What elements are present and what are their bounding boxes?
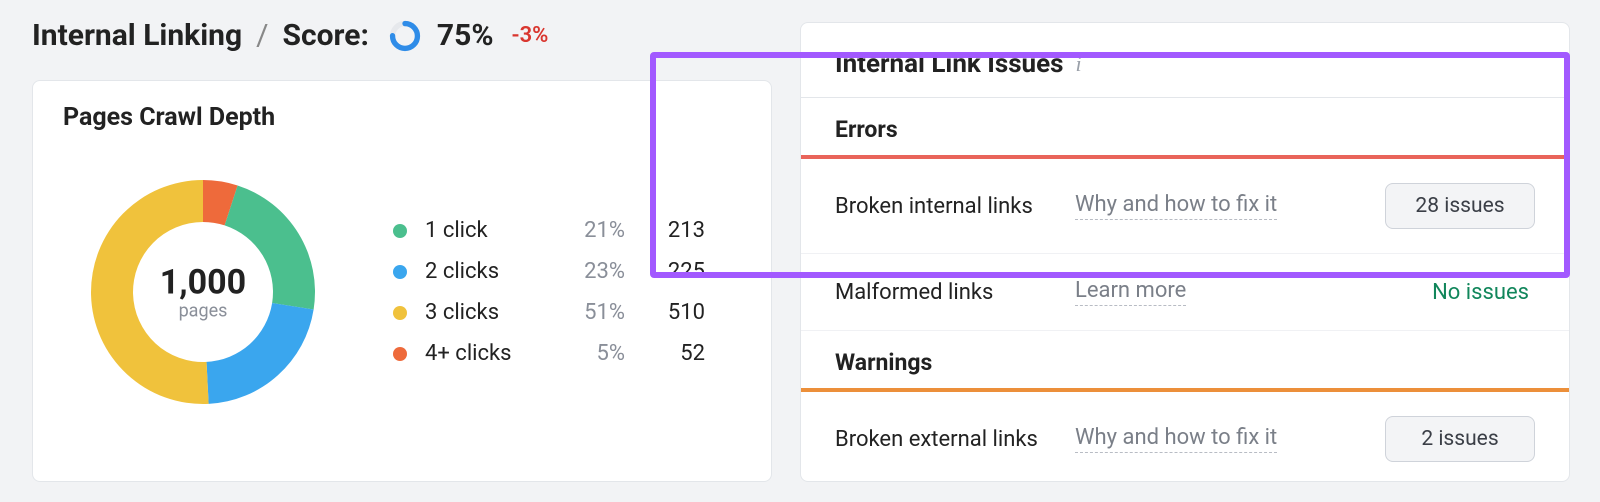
issue-no-issues-label: No issues (1365, 280, 1535, 305)
donut-center-label: pages (160, 301, 246, 322)
donut-center-value: 1,000 (160, 263, 246, 303)
score-ring-icon (389, 20, 421, 52)
legend-label: 4+ clicks (425, 341, 545, 366)
crawl-depth-donut-chart[interactable]: 1,000 pages (63, 152, 343, 432)
legend-dot-icon (393, 265, 407, 279)
legend-count: 213 (635, 218, 705, 243)
issue-row-broken-external-links: Broken external links Why and how to fix… (801, 392, 1569, 486)
legend-dot-icon (393, 224, 407, 238)
legend-count: 225 (635, 259, 705, 284)
legend-count: 52 (635, 341, 705, 366)
issue-row-broken-internal-links: Broken internal links Why and how to fix… (801, 159, 1569, 254)
internal-link-issues-card: Internal Link Issues i Errors Broken int… (800, 22, 1570, 482)
issue-count-button[interactable]: 2 issues (1385, 416, 1535, 462)
warnings-section-label: Warnings (801, 331, 1569, 388)
legend-row-2-clicks[interactable]: 2 clicks 23% 225 (393, 251, 741, 292)
legend-label: 3 clicks (425, 300, 545, 325)
legend-dot-icon (393, 306, 407, 320)
legend-percent: 21% (555, 218, 625, 243)
legend-label: 1 click (425, 218, 545, 243)
legend-percent: 5% (555, 341, 625, 366)
legend-count: 510 (635, 300, 705, 325)
pages-crawl-depth-card: Pages Crawl Depth 1,000 pages (32, 80, 772, 482)
issues-header: Internal Link Issues i (801, 23, 1569, 98)
legend-row-3-clicks[interactable]: 3 clicks 51% 510 (393, 292, 741, 333)
issue-name: Broken external links (835, 427, 1075, 452)
legend-row-1-click[interactable]: 1 click 21% 213 (393, 210, 741, 251)
crawl-depth-title: Pages Crawl Depth (63, 103, 741, 132)
legend-row-4plus-clicks[interactable]: 4+ clicks 5% 52 (393, 333, 741, 374)
issue-count-button[interactable]: 28 issues (1385, 183, 1535, 229)
legend-percent: 23% (555, 259, 625, 284)
score-label: Score: (283, 18, 369, 53)
errors-section-label: Errors (801, 98, 1569, 155)
issues-title: Internal Link Issues (835, 49, 1064, 79)
crawl-depth-legend: 1 click 21% 213 2 clicks 23% 225 3 click… (393, 210, 741, 374)
issue-help-link[interactable]: Why and how to fix it (1075, 425, 1277, 453)
breadcrumb-internal-linking[interactable]: Internal Linking (32, 18, 242, 53)
breadcrumb-separator: / (256, 18, 268, 53)
legend-percent: 51% (555, 300, 625, 325)
score-delta: -3% (512, 23, 549, 48)
legend-label: 2 clicks (425, 259, 545, 284)
issue-name: Malformed links (835, 280, 1075, 305)
score-value: 75% (437, 18, 494, 53)
issue-help-link[interactable]: Learn more (1075, 278, 1186, 306)
donut-center: 1,000 pages (160, 263, 246, 322)
issue-row-malformed-links: Malformed links Learn more No issues (801, 254, 1569, 331)
info-icon[interactable]: i (1076, 51, 1082, 77)
issue-help-link[interactable]: Why and how to fix it (1075, 192, 1277, 220)
issue-name: Broken internal links (835, 194, 1075, 219)
legend-dot-icon (393, 347, 407, 361)
